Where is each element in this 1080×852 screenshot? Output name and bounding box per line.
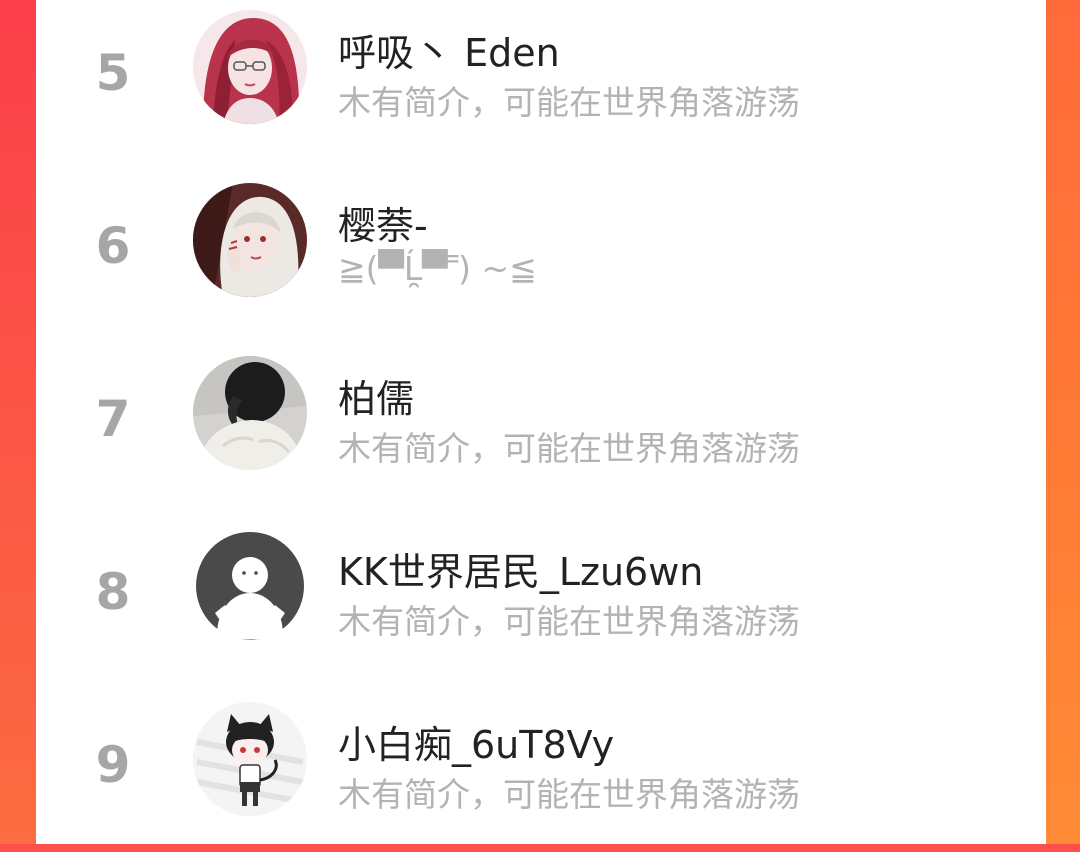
user-bio: 木有简介，可能在世界角落游荡 [338,602,800,641]
user-name: 小白痴_6uT8Vy [338,723,615,767]
ranking-row-8[interactable]: 8 KK世界居民_Lzu6wn 木有简介，可能在世界角落游荡 [36,529,1046,679]
anime-girl-white-hair-avatar-icon[interactable] [193,183,307,297]
user-bio: 木有简介，可能在世界角落游荡 [338,83,800,122]
rank-number: 6 [95,217,131,275]
ranking-row-9[interactable]: 9 小白痴_6uT8Vy 木有简介，可能在世界角落游荡 [36,702,1046,852]
default-user-avatar-icon[interactable] [193,529,307,643]
rank-number: 5 [95,44,131,102]
user-name: 樱萘- [338,204,428,248]
user-name: KK世界居民_Lzu6wn [338,550,704,594]
rank-number: 7 [95,390,131,448]
left-gradient-edge [0,0,36,844]
user-name: 柏儒 [338,377,415,421]
ranking-row-7[interactable]: 7 柏儒 木有简介，可能在世界角落游荡 [36,356,1046,506]
rank-number: 8 [95,563,131,621]
user-bio: 木有简介，可能在世界角落游荡 [338,429,800,468]
ranking-list: 5 呼吸丶 Eden 木有简介，可能在世界角落游荡 6 樱萘- ≧(▀̿Ĺ̯▀̿… [36,0,1046,844]
rank-number: 9 [95,736,131,794]
chibi-cat-boy-avatar-icon[interactable] [193,702,307,816]
user-name: 呼吸丶 Eden [338,31,560,75]
right-gradient-edge [1046,0,1080,844]
user-bio: 木有简介，可能在世界角落游荡 [338,775,800,814]
dark-hair-person-avatar-icon[interactable] [193,356,307,470]
user-bio: ≧(▀̿Ĺ̯▀̿ ̿) ~≦ [338,249,537,288]
ranking-row-6[interactable]: 6 樱萘- ≧(▀̿Ĺ̯▀̿ ̿) ~≦ [36,183,1046,333]
ranking-row-5[interactable]: 5 呼吸丶 Eden 木有简介，可能在世界角落游荡 [36,10,1046,160]
anime-girl-red-hair-avatar-icon[interactable] [193,10,307,124]
